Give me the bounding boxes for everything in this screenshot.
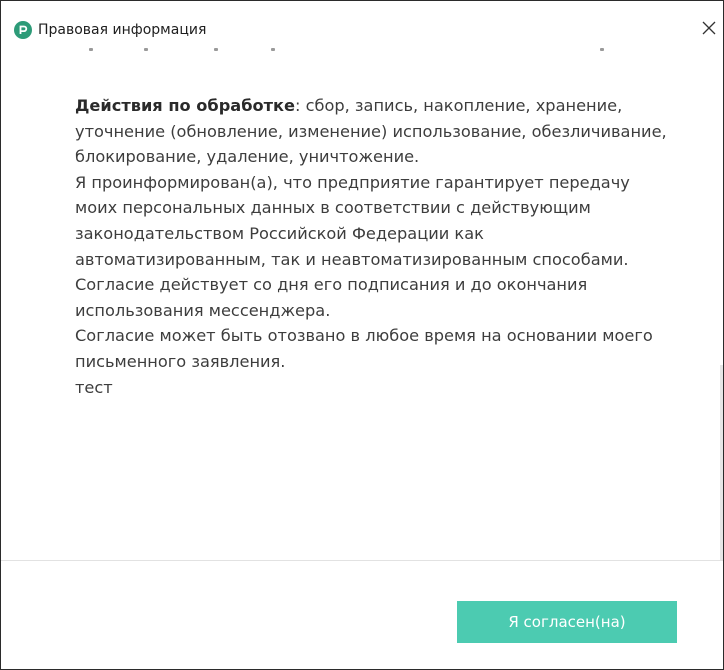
legal-text-block: Действия по обработке: сбор, запись, нак… xyxy=(75,93,675,400)
window-title: Правовая информация xyxy=(38,22,207,38)
processing-actions-paragraph: Действия по обработке: сбор, запись, нак… xyxy=(75,93,675,170)
app-logo-icon xyxy=(14,21,32,39)
close-icon xyxy=(702,21,716,35)
clipped-previous-text-line xyxy=(75,45,615,53)
revocation-paragraph: Согласие может быть отозвано в любое вре… xyxy=(75,326,653,371)
close-button[interactable] xyxy=(695,11,723,45)
guarantee-paragraph: Я проинформирован(а), что предприятие га… xyxy=(75,172,630,269)
footer-divider xyxy=(1,560,723,561)
test-paragraph: тест xyxy=(75,377,113,397)
agree-button[interactable]: Я согласен(на) xyxy=(457,601,677,643)
validity-paragraph: Согласие действует со дня его подписания… xyxy=(75,275,588,320)
scrollbar[interactable] xyxy=(720,365,723,560)
scrollable-content[interactable]: Действия по обработке: сбор, запись, нак… xyxy=(1,45,723,560)
title-bar: Правовая информация xyxy=(1,1,723,45)
processing-actions-label: Действия по обработке xyxy=(75,96,295,115)
legal-info-dialog: Правовая информация Действия по обработк… xyxy=(0,0,724,670)
